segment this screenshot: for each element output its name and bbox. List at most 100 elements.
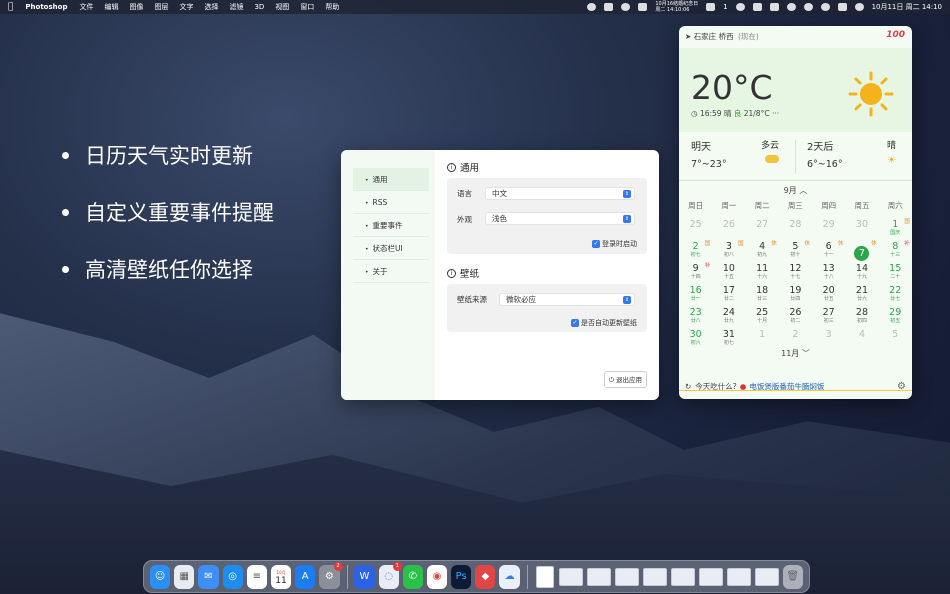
- anywhere-icon[interactable]: ◆: [475, 564, 496, 589]
- auto-update-checkbox[interactable]: ✓ 是否自动更新壁纸: [571, 318, 637, 328]
- bluetooth-icon[interactable]: [786, 3, 796, 11]
- month-selector[interactable]: 9月 ︿: [679, 185, 912, 196]
- system-settings-icon[interactable]: ⚙ 2: [319, 561, 343, 589]
- calendar-day-cell[interactable]: 29: [812, 219, 845, 241]
- calendar-day-cell[interactable]: 26: [712, 219, 745, 241]
- window-thumbnail-2[interactable]: [586, 565, 611, 589]
- launchpad-icon[interactable]: ▦: [174, 564, 195, 589]
- appearance-select[interactable]: 浅色 ⇕: [485, 212, 635, 225]
- calendar-day-cell[interactable]: 25 十月: [746, 307, 779, 329]
- window-thumbnail-8[interactable]: [754, 565, 779, 589]
- sidebar-item-events[interactable]: 重要事件: [353, 214, 429, 237]
- messages-icon[interactable]: ◌ 1: [378, 561, 402, 589]
- window-thumbnail-4[interactable]: [642, 565, 667, 589]
- record-icon[interactable]: [735, 3, 745, 11]
- calendar-day-cell[interactable]: 6 十一休: [812, 241, 845, 263]
- calendar-day-cell[interactable]: 28 初四: [845, 307, 878, 329]
- location[interactable]: ➤ 石家庄 桥西 (现在): [685, 31, 759, 42]
- menu-file[interactable]: 文件: [79, 2, 93, 12]
- sidebar-item-general[interactable]: 通用: [353, 168, 429, 191]
- control-center-icon[interactable]: [837, 3, 847, 11]
- calendar-day-cell[interactable]: 26 初二: [779, 307, 812, 329]
- calendar-day-cell[interactable]: 8 十三补: [879, 241, 912, 263]
- trash-icon[interactable]: 🗑: [782, 564, 803, 589]
- menu-view[interactable]: 视图: [275, 2, 289, 12]
- menu-edit[interactable]: 编辑: [104, 2, 118, 12]
- photoshop-icon[interactable]: Ps: [451, 564, 472, 589]
- calendar-day-cell[interactable]: 30: [845, 219, 878, 241]
- agent-icon[interactable]: [638, 3, 648, 11]
- window-thumbnail-6[interactable]: [698, 565, 723, 589]
- apple-menu-icon[interactable]: : [8, 2, 13, 12]
- wps-icon[interactable]: [604, 3, 614, 11]
- calendar-day-cell[interactable]: 17 廿二: [712, 285, 745, 307]
- sidebar-item-statusbar-ui[interactable]: 状态栏UI: [353, 237, 429, 260]
- refresh-icon[interactable]: ↻: [685, 382, 691, 391]
- status-event[interactable]: 10月16结婚纪念日 周二 14:10:06: [655, 1, 698, 13]
- menubar-clock[interactable]: 10月11日 周二 14:10: [872, 2, 942, 12]
- search-icon[interactable]: [820, 3, 830, 11]
- gear-icon[interactable]: ⚙: [897, 381, 906, 392]
- keyboard-icon[interactable]: [769, 3, 779, 11]
- sidebar-item-rss[interactable]: RSS: [353, 191, 429, 214]
- calendar-day-cell[interactable]: 7休: [845, 241, 878, 263]
- exit-app-button[interactable]: ⏻ 退出应用: [603, 371, 647, 388]
- safari-icon[interactable]: ◎: [222, 564, 243, 589]
- battery-icon[interactable]: [752, 3, 762, 11]
- menu-3d[interactable]: 3D: [254, 3, 264, 11]
- window-thumbnail-5[interactable]: [670, 565, 695, 589]
- wechat-icon[interactable]: [621, 3, 631, 11]
- calendar-day-cell[interactable]: 27 初三: [812, 307, 845, 329]
- calendar-day-cell[interactable]: 19 廿四: [779, 285, 812, 307]
- calendar-day-cell[interactable]: 20 廿五: [812, 285, 845, 307]
- finder-icon[interactable]: ☺: [150, 564, 171, 589]
- wechat-icon[interactable]: ✆: [402, 564, 423, 589]
- chevron-up-icon[interactable]: ︿: [799, 186, 807, 195]
- next-month-selector[interactable]: 11月 ﹀: [679, 348, 912, 359]
- mail-icon[interactable]: ✉: [198, 564, 219, 589]
- wifi-icon[interactable]: [803, 3, 813, 11]
- more-icon[interactable]: ···: [772, 109, 779, 118]
- document-icon[interactable]: [535, 565, 555, 589]
- login-start-checkbox[interactable]: ✓ 登录时启动: [592, 239, 637, 249]
- hundred-badge-icon[interactable]: 100: [886, 30, 905, 40]
- calendar-day-cell[interactable]: 22 廿七: [879, 285, 912, 307]
- calendar-day-cell[interactable]: 13 十八: [812, 263, 845, 285]
- calendar-day-cell[interactable]: 27: [746, 219, 779, 241]
- calendar-day-cell[interactable]: 24 廿九: [712, 307, 745, 329]
- menu-image[interactable]: 图像: [129, 2, 143, 12]
- menu-layer[interactable]: 图层: [154, 2, 168, 12]
- menu-select[interactable]: 选择: [204, 2, 218, 12]
- wps-office-icon[interactable]: W: [354, 564, 375, 589]
- sidebar-item-about[interactable]: 关于: [353, 260, 429, 283]
- calendar-day-cell[interactable]: 25: [679, 219, 712, 241]
- calendar-day-cell[interactable]: 5 初十休: [779, 241, 812, 263]
- calendar-day-cell[interactable]: 23 廿八: [679, 307, 712, 329]
- calendar-day-cell[interactable]: 3 初八国: [712, 241, 745, 263]
- menu-window[interactable]: 窗口: [300, 2, 314, 12]
- calendar-day-cell[interactable]: 18 廿三: [746, 285, 779, 307]
- menu-help[interactable]: 帮助: [325, 2, 339, 12]
- calendar-day-cell[interactable]: 29 初五: [879, 307, 912, 329]
- calendar-day-cell[interactable]: 2 初七国: [679, 241, 712, 263]
- menu-filter[interactable]: 滤镜: [229, 2, 243, 12]
- menu-type[interactable]: 文字: [179, 2, 193, 12]
- calendar-day-cell[interactable]: 21 廿六: [845, 285, 878, 307]
- baidu-netdisk-icon[interactable]: ☁: [499, 564, 520, 589]
- gamepad-icon[interactable]: [706, 3, 716, 11]
- creative-cloud-icon[interactable]: [587, 3, 597, 11]
- siri-icon[interactable]: [854, 3, 864, 11]
- calendar-day-cell[interactable]: 14 十九: [845, 263, 878, 285]
- app-menu[interactable]: Photoshop: [25, 3, 67, 11]
- calendar-day-cell[interactable]: 11 十六: [746, 263, 779, 285]
- wallpaper-source-select[interactable]: 微软必应 ⇕: [499, 293, 635, 306]
- language-select[interactable]: 中文 ⇕: [485, 187, 635, 200]
- reminders-icon[interactable]: ≡: [246, 564, 267, 589]
- calendar-day-cell[interactable]: 12 十七: [779, 263, 812, 285]
- window-thumbnail-1[interactable]: [558, 565, 583, 589]
- calendar-day-cell[interactable]: 16 廿一: [679, 285, 712, 307]
- calendar-day-cell[interactable]: 4 初九休: [746, 241, 779, 263]
- calendar-day-cell[interactable]: 9 十四补: [679, 263, 712, 285]
- food-recipe-link[interactable]: 电饭煲版番茄牛腩焖饭: [749, 381, 824, 392]
- calendar-icon[interactable]: 10月 11: [270, 564, 292, 589]
